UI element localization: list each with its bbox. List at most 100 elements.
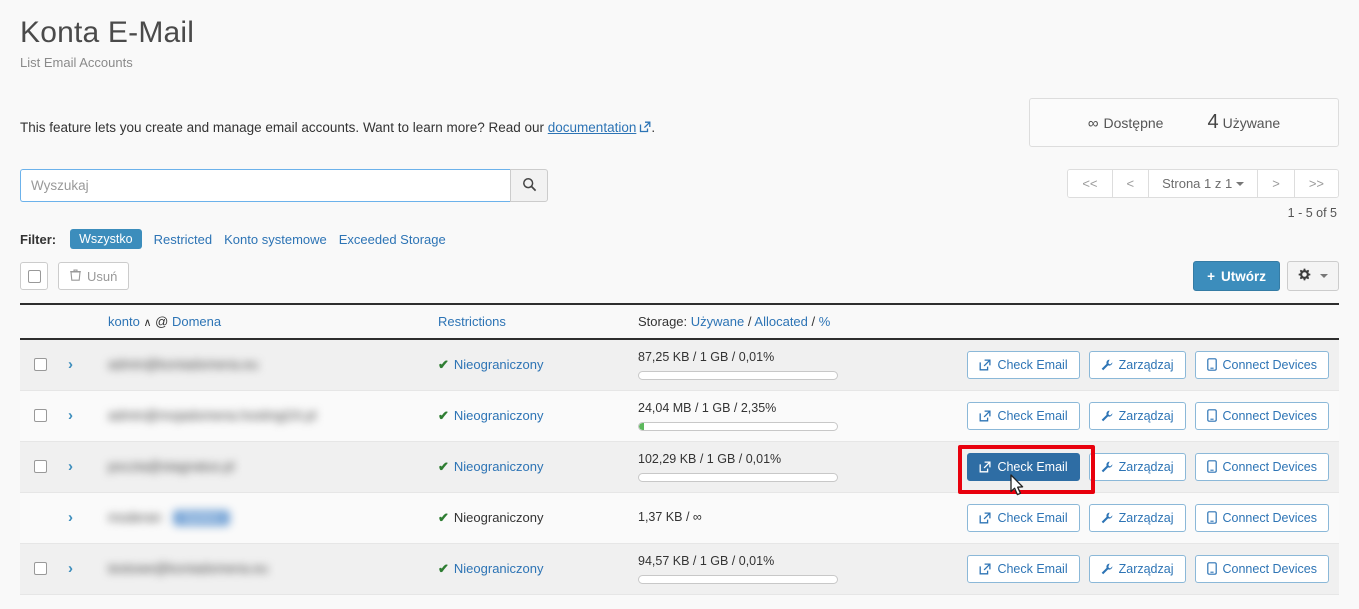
delete-button-label: Usuń	[87, 268, 118, 284]
manage-button[interactable]: Zarządzaj	[1088, 503, 1186, 532]
restriction-value[interactable]: Nieograniczony	[454, 357, 544, 372]
pagination-page-select[interactable]: Strona 1 z 1	[1149, 170, 1259, 197]
wrench-icon	[1101, 512, 1113, 524]
check-email-button-label: Check Email	[997, 408, 1068, 423]
plus-icon: +	[1207, 268, 1215, 284]
chevron-right-icon[interactable]: ›	[68, 407, 73, 424]
manage-button-label: Zarządzaj	[1118, 510, 1174, 525]
header-storage-percent-link[interactable]: %	[819, 314, 831, 329]
chevron-right-icon[interactable]: ›	[68, 458, 73, 475]
restrictions-cell: ✔ Nieograniczony	[432, 492, 632, 544]
header-account-link[interactable]: konto	[108, 314, 140, 329]
check-email-button[interactable]: Check Email	[967, 452, 1080, 481]
filter-item-wszystko[interactable]: Wszystko	[70, 229, 142, 249]
pagination-last[interactable]: >>	[1294, 170, 1338, 197]
check-email-button[interactable]: Check Email	[967, 554, 1080, 583]
row-actions-cell: Check Email Zarządzaj Connect Devices	[967, 339, 1339, 391]
manage-button[interactable]: Zarządzaj	[1088, 554, 1186, 583]
row-checkbox-cell	[20, 390, 62, 442]
header-storage-used-link[interactable]: Używane	[691, 314, 744, 329]
connect-devices-button-label: Connect Devices	[1222, 510, 1318, 525]
select-all-checkbox[interactable]	[20, 262, 48, 290]
check-email-button[interactable]: Check Email	[967, 350, 1080, 379]
row-actions-cell: Check Email Zarządzaj Connect Devices	[967, 441, 1339, 493]
manage-button-label: Zarządzaj	[1118, 357, 1174, 372]
row-checkbox[interactable]	[34, 562, 47, 575]
connect-devices-button[interactable]: Connect Devices	[1194, 452, 1329, 481]
documentation-link[interactable]: documentation	[548, 120, 637, 135]
create-button-label: Utwórz	[1221, 268, 1266, 284]
header-storage: Storage: Używane / Allocated / %	[632, 303, 972, 340]
connect-devices-button[interactable]: Connect Devices	[1194, 554, 1329, 583]
chevron-down-icon	[1236, 182, 1245, 186]
storage-text: 87,25 KB / 1 GB / 0,01%	[638, 349, 775, 364]
check-email-button-label: Check Email	[997, 459, 1068, 474]
chevron-right-icon[interactable]: ›	[68, 560, 73, 577]
storage-progress-bar	[638, 421, 838, 431]
storage-cell: 24,04 MB / 1 GB / 2,35%	[632, 390, 972, 442]
header-restrictions-link[interactable]: Restrictions	[438, 314, 506, 329]
external-link-icon	[979, 460, 991, 473]
restriction-value[interactable]: Nieograniczony	[454, 561, 544, 576]
header-actions	[972, 303, 1339, 340]
row-actions: Check Email Zarządzaj Connect Devices	[967, 554, 1333, 583]
wrench-icon	[1101, 461, 1113, 473]
manage-button[interactable]: Zarządzaj	[1088, 350, 1186, 379]
row-actions: Check Email Zarządzaj Connect Devices	[967, 401, 1333, 430]
connect-devices-button[interactable]: Connect Devices	[1194, 350, 1329, 379]
pagination-page-label: Strona 1 z 1	[1162, 176, 1233, 191]
check-email-button-label: Check Email	[997, 561, 1068, 576]
page-subtitle: List Email Accounts	[20, 55, 133, 70]
restriction-value[interactable]: Nieograniczony	[454, 459, 544, 474]
pagination-next[interactable]: >	[1258, 170, 1295, 197]
chevron-right-icon[interactable]: ›	[68, 356, 73, 373]
header-storage-prefix: Storage:	[638, 314, 688, 329]
stat-used-label: Używane	[1222, 115, 1281, 131]
row-checkbox[interactable]	[34, 460, 47, 473]
pagination-prev[interactable]: <	[1112, 170, 1150, 197]
table-row: › testowe@koniadomena.eu ✔ Nieograniczony 94…	[20, 543, 1339, 595]
filter-item-exceeded-storage[interactable]: Exceeded Storage	[339, 232, 446, 247]
connect-devices-button[interactable]: Connect Devices	[1194, 401, 1329, 430]
table-head: konto ∧ @ Domena Restrictions Storage: U…	[20, 303, 1339, 340]
search-group	[20, 169, 548, 202]
settings-dropdown-button[interactable]	[1287, 261, 1339, 291]
restriction-value[interactable]: Nieograniczony	[454, 408, 544, 423]
header-storage-allocated-link[interactable]: Allocated	[754, 314, 807, 329]
delete-button[interactable]: Usuń	[58, 262, 130, 290]
restrictions-cell: ✔ Nieograniczony	[432, 441, 632, 493]
row-checkbox-cell	[20, 543, 62, 595]
header-domain-link[interactable]: Domena	[172, 314, 221, 329]
check-email-button[interactable]: Check Email	[967, 503, 1080, 532]
manage-button[interactable]: Zarządzaj	[1088, 452, 1186, 481]
account-email-cell: moderan System	[102, 492, 432, 544]
search-input[interactable]	[20, 169, 510, 202]
row-checkbox[interactable]	[34, 358, 47, 372]
row-actions: Check Email Zarządzaj Connect Devices	[967, 350, 1333, 379]
table-header-row: konto ∧ @ Domena Restrictions Storage: U…	[20, 303, 1339, 340]
quota-stats-box: ∞ Dostępne 4 Używane	[1029, 98, 1339, 147]
row-expand-cell: ›	[62, 390, 102, 442]
bulk-left-actions: Usuń	[20, 262, 130, 290]
pagination-first[interactable]: <<	[1068, 170, 1113, 197]
manage-button[interactable]: Zarządzaj	[1088, 401, 1186, 430]
check-icon: ✔	[438, 458, 449, 474]
external-link-icon	[639, 121, 651, 136]
check-email-button[interactable]: Check Email	[967, 401, 1080, 430]
filter-item-restricted[interactable]: Restricted	[154, 232, 213, 247]
header-at-symbol: @	[155, 314, 169, 329]
chevron-right-icon[interactable]: ›	[68, 509, 73, 526]
table-row: › admin@koniadomena.eu ✔ Nieograniczony 87,2…	[20, 339, 1339, 391]
stat-available-label: Dostępne	[1103, 115, 1164, 131]
filter-item-konto-systemowe[interactable]: Konto systemowe	[224, 232, 327, 247]
row-checkbox[interactable]	[34, 409, 47, 422]
connect-devices-button-label: Connect Devices	[1222, 408, 1318, 423]
create-button[interactable]: + Utwórz	[1193, 261, 1280, 291]
account-email-cell: testowe@koniadomena.eu	[102, 543, 432, 595]
search-button[interactable]	[510, 169, 548, 202]
external-link-icon	[979, 562, 991, 575]
storage-text: 1,37 KB / ∞	[638, 510, 702, 524]
connect-devices-button[interactable]: Connect Devices	[1194, 503, 1329, 532]
stat-available: ∞ Dostępne	[1088, 115, 1164, 132]
filter-row: Filter: Wszystko Restricted Konto system…	[0, 220, 1359, 249]
